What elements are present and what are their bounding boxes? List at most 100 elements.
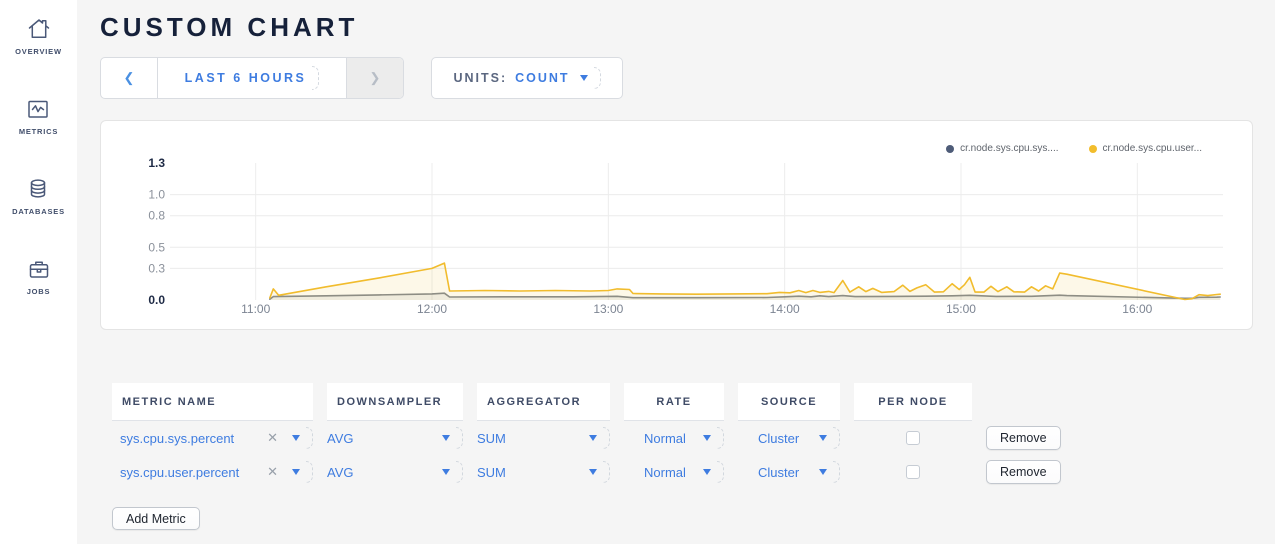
legend-dot-icon [1089, 145, 1097, 153]
chevron-down-icon [292, 469, 300, 475]
sidebar-item-label: DATABASES [12, 207, 65, 216]
dashed-outline [456, 427, 463, 449]
svg-text:14:00: 14:00 [770, 302, 800, 316]
col-header-rate: RATE [624, 383, 724, 421]
svg-text:0.5: 0.5 [148, 240, 165, 254]
legend-item-sys[interactable]: cr.node.sys.cpu.sys.... [946, 143, 1058, 154]
col-header-per-node: PER NODE [854, 383, 972, 421]
units-value: COUNT [515, 71, 569, 85]
dashed-outline [717, 461, 724, 483]
time-range-dropdown[interactable]: LAST 6 HOURS [158, 58, 346, 98]
chevron-down-icon [819, 435, 827, 441]
chart-controls: ❮ LAST 6 HOURS ❯ UNITS: COUNT [100, 57, 1253, 99]
metric-row: sys.cpu.sys.percent ✕ AVG SUM [112, 421, 1253, 455]
sidebar-item-databases[interactable]: DATABASES [12, 176, 65, 216]
svg-text:1.3: 1.3 [148, 156, 165, 170]
svg-text:0.8: 0.8 [148, 209, 165, 223]
chevron-down-icon [292, 435, 300, 441]
aggregator-value: SUM [477, 465, 506, 480]
chevron-down-icon [442, 469, 450, 475]
downsampler-value: AVG [327, 465, 354, 480]
sidebar-item-label: JOBS [27, 287, 51, 296]
page-title: CUSTOM CHART [100, 12, 1253, 43]
clear-icon[interactable]: ✕ [267, 430, 278, 446]
svg-text:13:00: 13:00 [593, 302, 623, 316]
rate-value: Normal [644, 465, 686, 480]
chevron-down-icon [589, 435, 597, 441]
dashed-outline [833, 461, 840, 483]
chevron-right-icon: ❯ [370, 70, 381, 86]
chevron-down-icon [703, 435, 711, 441]
chevron-down-icon [589, 469, 597, 475]
per-node-checkbox[interactable] [906, 431, 920, 445]
svg-text:16:00: 16:00 [1122, 302, 1152, 316]
aggregator-select[interactable]: SUM [477, 461, 610, 483]
remove-metric-button[interactable]: Remove [986, 460, 1061, 484]
units-label: UNITS: [453, 71, 507, 85]
source-select[interactable]: Cluster [738, 427, 840, 449]
metric-name-select[interactable]: sys.cpu.sys.percent ✕ [112, 427, 313, 449]
svg-text:12:00: 12:00 [417, 302, 447, 316]
col-header-downsampler: DOWNSAMPLER [327, 383, 463, 421]
sidebar-item-label: METRICS [19, 127, 58, 136]
dashed-outline [717, 427, 724, 449]
legend-label: cr.node.sys.cpu.sys.... [960, 143, 1058, 154]
sidebar-item-jobs[interactable]: JOBS [26, 256, 52, 296]
table-header-row: METRIC NAME DOWNSAMPLER AGGREGATOR RATE … [112, 383, 1253, 421]
source-select[interactable]: Cluster [738, 461, 840, 483]
time-prev-button[interactable]: ❮ [101, 58, 158, 98]
chevron-down-icon [703, 469, 711, 475]
legend-dot-icon [946, 145, 954, 153]
clear-icon[interactable]: ✕ [267, 464, 278, 480]
time-range-value: LAST 6 HOURS [185, 71, 307, 85]
remove-metric-button[interactable]: Remove [986, 426, 1061, 450]
rate-value: Normal [644, 431, 686, 446]
dashed-outline [603, 461, 610, 483]
databases-icon [25, 176, 51, 202]
main-content: CUSTOM CHART ❮ LAST 6 HOURS ❯ UNITS: COU… [77, 0, 1275, 530]
dashed-outline [833, 427, 840, 449]
dashed-outline [603, 427, 610, 449]
rate-select[interactable]: Normal [624, 427, 724, 449]
svg-text:0.0: 0.0 [148, 293, 165, 307]
metrics-table: METRIC NAME DOWNSAMPLER AGGREGATOR RATE … [100, 383, 1253, 530]
dashed-outline [312, 66, 319, 90]
legend-item-user[interactable]: cr.node.sys.cpu.user... [1089, 143, 1203, 154]
sidebar-item-overview[interactable]: OVERVIEW [15, 16, 62, 56]
aggregator-select[interactable]: SUM [477, 427, 610, 449]
dashed-outline [594, 67, 601, 89]
sidebar: OVERVIEW METRICS DATABASES JOBS [0, 0, 77, 544]
units-dropdown[interactable]: UNITS: COUNT [431, 57, 623, 99]
per-node-checkbox[interactable] [906, 465, 920, 479]
source-value: Cluster [758, 431, 799, 446]
dashed-outline [306, 461, 313, 483]
metrics-icon [25, 96, 51, 122]
svg-text:15:00: 15:00 [946, 302, 976, 316]
sidebar-item-metrics[interactable]: METRICS [19, 96, 58, 136]
downsampler-value: AVG [327, 431, 354, 446]
metric-name-select[interactable]: sys.cpu.user.percent ✕ [112, 461, 313, 483]
time-range-selector: ❮ LAST 6 HOURS ❯ [100, 57, 404, 99]
home-icon [26, 16, 52, 42]
chevron-down-icon [442, 435, 450, 441]
source-value: Cluster [758, 465, 799, 480]
downsampler-select[interactable]: AVG [327, 427, 463, 449]
svg-text:0.3: 0.3 [148, 261, 165, 275]
chevron-left-icon: ❮ [124, 70, 135, 86]
metric-name-value: sys.cpu.sys.percent [120, 431, 234, 446]
legend-label: cr.node.sys.cpu.user... [1103, 143, 1203, 154]
time-next-button-disabled[interactable]: ❯ [346, 58, 403, 98]
chart-legend: cr.node.sys.cpu.sys.... cr.node.sys.cpu.… [946, 143, 1202, 154]
add-metric-button[interactable]: Add Metric [112, 507, 200, 530]
col-header-metric-name: METRIC NAME [112, 383, 313, 421]
chevron-down-icon [819, 469, 827, 475]
svg-text:1.0: 1.0 [148, 188, 165, 202]
dashed-outline [456, 461, 463, 483]
metric-row: sys.cpu.user.percent ✕ AVG SUM [112, 455, 1253, 489]
rate-select[interactable]: Normal [624, 461, 724, 483]
jobs-icon [26, 256, 52, 282]
svg-text:11:00: 11:00 [241, 302, 270, 316]
sidebar-item-label: OVERVIEW [15, 47, 62, 56]
chart-panel: cr.node.sys.cpu.sys.... cr.node.sys.cpu.… [100, 120, 1253, 330]
downsampler-select[interactable]: AVG [327, 461, 463, 483]
